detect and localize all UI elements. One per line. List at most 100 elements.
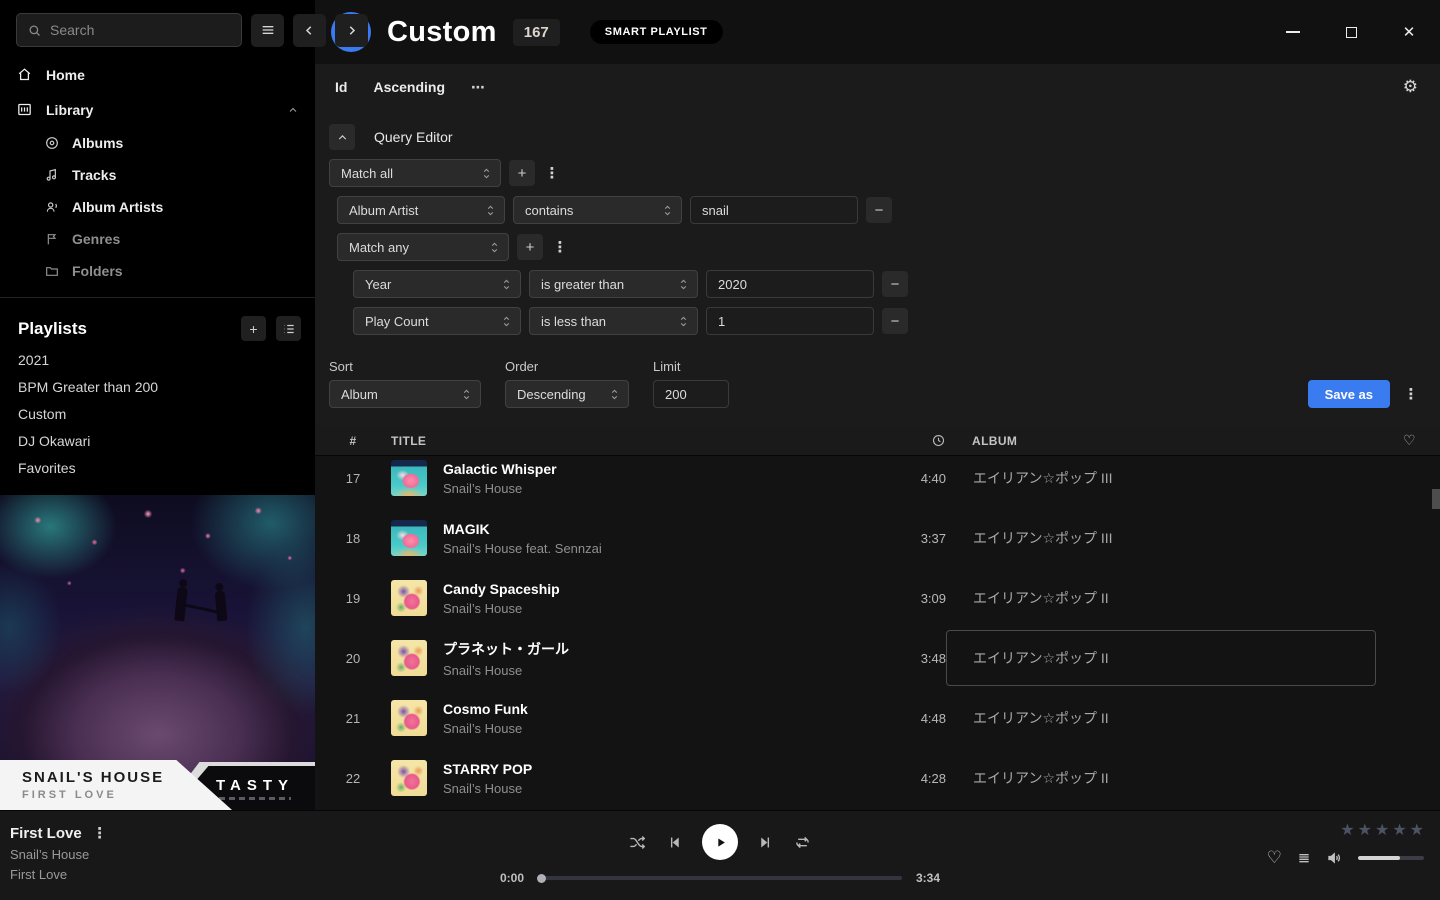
collapse-query-editor-button[interactable] [329, 124, 355, 150]
volume-slider[interactable] [1358, 856, 1424, 860]
more-options-button[interactable]: ⋯ [471, 79, 486, 96]
remove-rule-button[interactable]: − [882, 308, 908, 334]
seek-knob[interactable] [537, 874, 546, 883]
now-playing-title: First Love [10, 825, 82, 842]
play-button[interactable] [702, 824, 738, 860]
close-button[interactable]: ✕ [1394, 17, 1424, 47]
playlist-item[interactable]: Favorites [0, 455, 315, 482]
rule-value-input[interactable] [706, 270, 874, 298]
sidebar-item-album-artists[interactable]: Album Artists [0, 191, 315, 223]
star-icon[interactable]: ★ [1392, 820, 1406, 840]
track-row[interactable]: 19 Candy Spaceship Snail’s House 3:09 エイ… [315, 568, 1440, 628]
track-row[interactable]: 22 STARRY POP Snail’s House 4:28 エイリアン☆ポ… [315, 748, 1440, 808]
sidebar-item-folders[interactable]: Folders [0, 255, 315, 287]
track-row[interactable]: 18 MAGIK Snail’s House feat. Sennzai 3:3… [315, 508, 1440, 568]
limit-input[interactable] [653, 380, 729, 408]
save-as-button[interactable]: Save as [1308, 380, 1390, 408]
query-options-button[interactable]: ⋮ [1402, 385, 1420, 403]
scrollbar-thumb[interactable] [1432, 489, 1440, 509]
match-type-select[interactable]: Match any [337, 233, 509, 261]
track-album[interactable]: エイリアン☆ポップ III [946, 510, 1376, 566]
search-input[interactable] [50, 22, 231, 38]
next-track-button[interactable] [757, 834, 774, 851]
rule-operator-select[interactable]: is greater than [529, 270, 698, 298]
rule-field-select[interactable]: Year [353, 270, 521, 298]
elapsed-time: 0:00 [500, 871, 524, 885]
sidebar-item-home[interactable]: Home [0, 57, 315, 92]
group-options-button[interactable]: ⋮ [551, 238, 569, 256]
playlist-item[interactable]: DJ Okawari [0, 428, 315, 455]
rating-stars[interactable]: ★ ★ ★ ★ ★ [1340, 820, 1424, 840]
sort-direction-button[interactable]: Ascending [373, 79, 445, 95]
add-rule-button[interactable]: + [517, 234, 543, 260]
minimize-button[interactable] [1278, 17, 1308, 47]
queue-button[interactable] [1296, 850, 1312, 866]
gear-icon[interactable]: ⚙ [1403, 77, 1418, 97]
sidebar-item-label: Albums [72, 135, 123, 151]
shuffle-button[interactable] [628, 833, 647, 852]
rule-field-select[interactable]: Album Artist [337, 196, 505, 224]
track-row[interactable]: 21 Cosmo Funk Snail’s House 4:48 エイリアン☆ポ… [315, 688, 1440, 748]
remove-rule-button[interactable]: − [866, 197, 892, 223]
order-select[interactable]: Descending [505, 380, 629, 408]
player-bar: First Love ⋮ Snail’s House First Love [0, 810, 1440, 900]
sidebar-item-tracks[interactable]: Tracks [0, 159, 315, 191]
track-art [391, 760, 427, 796]
track-row[interactable]: 17 Galactic Whisper Snail’s House 4:40 エ… [315, 456, 1440, 508]
menu-button[interactable] [251, 14, 284, 47]
column-header-album[interactable]: ALBUM [946, 434, 1376, 448]
match-type-select[interactable]: Match all [329, 159, 501, 187]
playlist-list-button[interactable] [276, 316, 301, 341]
previous-track-button[interactable] [666, 834, 683, 851]
column-header-number[interactable]: # [331, 434, 375, 448]
rule-value-input[interactable] [706, 307, 874, 335]
sidebar-item-label: Genres [72, 231, 120, 247]
add-rule-button[interactable]: + [509, 160, 535, 186]
back-button[interactable] [293, 14, 326, 47]
rule-operator-select[interactable]: contains [513, 196, 682, 224]
maximize-button[interactable] [1336, 17, 1366, 47]
track-album[interactable]: エイリアン☆ポップ II [946, 570, 1376, 626]
track-album[interactable]: エイリアン☆ポップ II [946, 750, 1376, 806]
playlist-item[interactable]: 2021 [0, 347, 315, 374]
search-box[interactable] [16, 13, 242, 47]
playlists-header-row: Playlists + [0, 298, 315, 347]
track-album[interactable]: エイリアン☆ポップ III [946, 456, 1376, 506]
now-playing-options-button[interactable]: ⋮ [91, 824, 109, 842]
rule-operator-select[interactable]: is less than [529, 307, 698, 335]
sidebar-item-albums[interactable]: Albums [0, 127, 315, 159]
sort-select[interactable]: Album [329, 380, 481, 408]
star-icon[interactable]: ★ [1358, 820, 1372, 840]
column-header-title[interactable]: TITLE [375, 434, 890, 448]
sidebar-item-library[interactable]: Library [0, 92, 315, 127]
favorite-column-header[interactable]: ♡ [1376, 432, 1416, 449]
forward-button[interactable] [335, 14, 368, 47]
playlist-item[interactable]: BPM Greater than 200 [0, 374, 315, 401]
star-icon[interactable]: ★ [1375, 820, 1389, 840]
add-playlist-button[interactable]: + [241, 316, 266, 341]
chevron-up-icon[interactable] [287, 104, 299, 116]
track-art [391, 700, 427, 736]
seek-bar[interactable] [538, 876, 902, 880]
group-options-button[interactable]: ⋮ [543, 164, 561, 182]
player-right-section: ★ ★ ★ ★ ★ ♡ [1140, 811, 1440, 900]
rule-value-input[interactable] [690, 196, 858, 224]
track-album[interactable]: エイリアン☆ポップ II [946, 630, 1376, 686]
sort-field-button[interactable]: Id [335, 79, 347, 95]
sidebar-item-genres[interactable]: Genres [0, 223, 315, 255]
playlist-item[interactable]: Custom [0, 401, 315, 428]
duration-column-header[interactable] [890, 433, 946, 448]
track-row[interactable]: 20 プラネット・ガール Snail’s House 3:48 エイリアン☆ポッ… [315, 628, 1440, 688]
favorite-button[interactable]: ♡ [1267, 848, 1282, 868]
rule-field-select[interactable]: Play Count [353, 307, 521, 335]
star-icon[interactable]: ★ [1410, 820, 1424, 840]
volume-icon[interactable] [1326, 849, 1344, 867]
star-icon[interactable]: ★ [1340, 820, 1354, 840]
repeat-button[interactable] [793, 833, 812, 852]
track-artist: Snail’s House [443, 601, 890, 616]
track-title: Candy Spaceship [443, 581, 890, 597]
track-duration: 3:48 [890, 651, 946, 666]
select-updown-icon [501, 278, 512, 291]
track-album[interactable]: エイリアン☆ポップ II [946, 690, 1376, 746]
remove-rule-button[interactable]: − [882, 271, 908, 297]
